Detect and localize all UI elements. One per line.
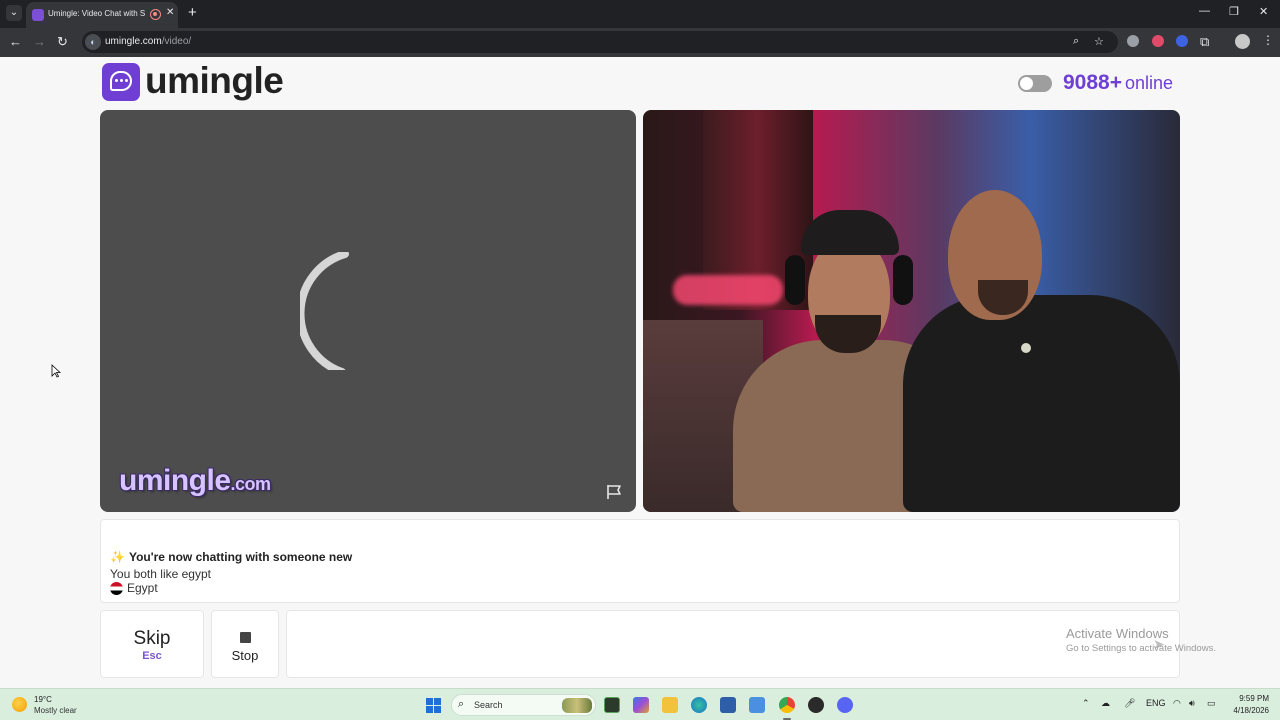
new-tab-icon[interactable]: +	[188, 4, 197, 21]
stranger-country: Egypt	[110, 581, 158, 596]
extension-icon[interactable]	[1127, 35, 1139, 47]
maximize-icon[interactable]: ❐	[1229, 5, 1239, 18]
photos-app-icon[interactable]	[633, 697, 649, 713]
activate-windows-watermark: Activate Windows Go to Settings to activ…	[1066, 626, 1216, 654]
toggle-knob	[1020, 77, 1033, 90]
online-count: 9088+	[1063, 71, 1122, 94]
weather-desc[interactable]: Mostly clear	[34, 706, 77, 715]
skip-button[interactable]: Skip Esc	[100, 610, 204, 678]
skip-shortcut: Esc	[142, 650, 162, 662]
search-highlight-image	[562, 698, 592, 713]
weather-temp[interactable]: 19°C	[34, 695, 52, 704]
chrome-app-icon[interactable]	[779, 697, 795, 713]
volume-icon[interactable]: 🔊︎	[1189, 698, 1195, 709]
url-text: umingle.com/video/	[105, 36, 192, 47]
sparkles-icon: ✨	[110, 550, 125, 564]
network-cloud-icon[interactable]: ☁	[1101, 698, 1110, 709]
favicon	[32, 9, 44, 21]
windows-taskbar: 19°C Mostly clear ⌕ Search ⌃ ☁ 🎤︎ ENG ◠ …	[0, 688, 1280, 720]
terminal-app-icon[interactable]	[604, 697, 620, 713]
stop-icon	[240, 632, 251, 643]
clock-time: 9:59 PM	[1239, 694, 1269, 703]
browser-tab[interactable]: Umingle: Video Chat with S ✕	[26, 2, 178, 28]
browser-toolbar: ← → ↻ ◐ umingle.com/video/ ⌕ ☆ ⧉ ⋮	[0, 28, 1280, 57]
reload-icon[interactable]: ↻	[57, 34, 68, 50]
extensions-icon[interactable]: ⧉	[1200, 34, 1209, 50]
stop-label: Stop	[231, 648, 259, 663]
extension-icon[interactable]	[1152, 35, 1164, 47]
video-watermark: umingle.com	[119, 464, 271, 497]
battery-icon[interactable]: ▭	[1207, 698, 1216, 709]
online-counter: 9088+ online	[1063, 71, 1173, 95]
taskbar-search[interactable]: ⌕ Search	[451, 694, 596, 716]
recording-icon	[150, 9, 161, 20]
stranger-video: umingle.com	[100, 110, 636, 512]
clock-date: 4/18/2026	[1233, 706, 1269, 715]
search-label: Search	[474, 700, 503, 710]
back-icon[interactable]: ←	[9, 34, 22, 49]
address-bar[interactable]: ◐ umingle.com/video/ ⌕ ☆	[82, 31, 1118, 53]
discord-app-icon[interactable]	[837, 697, 853, 713]
close-window-icon[interactable]: ✕	[1259, 5, 1268, 18]
system-message: ✨ You're now chatting with someone new	[110, 550, 353, 564]
common-interest-message: You both like egypt	[110, 567, 211, 581]
store-app-icon[interactable]	[720, 697, 736, 713]
menu-icon[interactable]: ⋮	[1262, 33, 1274, 47]
tab-list-icon[interactable]: ⌄	[6, 5, 22, 21]
zoom-icon[interactable]: ⌕	[1073, 35, 1079, 48]
report-flag-icon[interactable]	[606, 484, 624, 500]
profile-avatar[interactable]	[1235, 34, 1250, 49]
bookmark-star-icon[interactable]: ☆	[1094, 35, 1104, 48]
loading-spinner-icon	[300, 252, 349, 370]
mouse-cursor-icon	[51, 364, 61, 378]
video-person	[903, 185, 1180, 512]
tray-overflow-icon[interactable]: ⌃	[1082, 698, 1090, 709]
stop-button[interactable]: Stop	[211, 610, 279, 678]
microphone-icon[interactable]: 🎤︎	[1124, 698, 1135, 709]
forward-icon[interactable]: →	[33, 34, 46, 49]
logo-text[interactable]: umingle	[145, 60, 284, 102]
chat-log: ✨ You're now chatting with someone new Yo…	[100, 519, 1180, 603]
system-clock[interactable]: 9:59 PM 4/18/2026	[1229, 694, 1269, 715]
browser-tab-strip: ⌄ Umingle: Video Chat with S ✕ + — ❐ ✕	[0, 0, 1280, 28]
wifi-icon[interactable]: ◠	[1173, 698, 1181, 709]
close-tab-icon[interactable]: ✕	[166, 7, 174, 18]
edge-browser-icon[interactable]	[691, 697, 707, 713]
theme-toggle[interactable]	[1018, 75, 1052, 92]
minimize-icon[interactable]: —	[1199, 5, 1210, 17]
search-icon: ⌕	[458, 698, 465, 710]
site-info-icon[interactable]: ◐	[85, 34, 101, 50]
outlook-app-icon[interactable]	[749, 697, 765, 713]
self-video	[643, 110, 1180, 512]
tab-title: Umingle: Video Chat with S	[48, 9, 146, 18]
language-indicator[interactable]: ENG	[1146, 698, 1166, 708]
online-label: online	[1124, 73, 1174, 93]
obs-app-icon[interactable]	[808, 697, 824, 713]
file-explorer-icon[interactable]	[662, 697, 678, 713]
windows-start-icon[interactable]	[426, 698, 441, 713]
skip-label: Skip	[133, 628, 171, 649]
message-input[interactable]: ➤	[286, 610, 1180, 678]
weather-icon[interactable]	[12, 697, 27, 712]
egypt-flag-icon	[110, 582, 123, 596]
logo-icon[interactable]	[102, 63, 140, 101]
extension-icon[interactable]	[1176, 35, 1188, 47]
